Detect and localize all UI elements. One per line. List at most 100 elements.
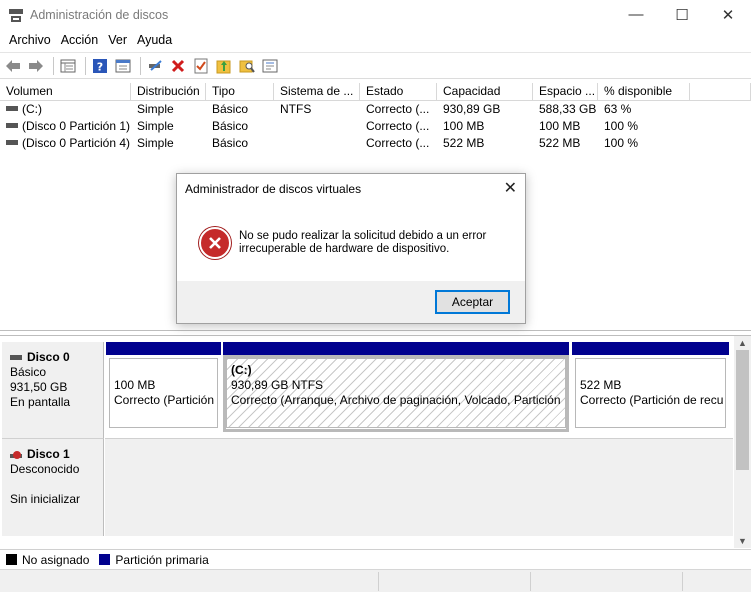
toolbar-separator	[140, 56, 141, 75]
search-folder-icon[interactable]	[237, 56, 257, 76]
partition-box: 100 MB Correcto (Partición	[109, 358, 218, 428]
partition-size: 930,89 GB NTFS	[231, 378, 324, 392]
error-dialog: Administrador de discos virtuales ✕ No s…	[176, 173, 526, 324]
scrollbar-thumb[interactable]	[736, 350, 749, 470]
menu-archivo[interactable]: Archivo	[4, 33, 56, 47]
ok-button[interactable]: Aceptar	[435, 290, 510, 314]
vertical-scrollbar[interactable]: ▲ ▼	[734, 336, 751, 548]
volume-list-header: Volumen Distribución Tipo Sistema de ...…	[0, 83, 751, 101]
partition-box: (C:) 930,89 GB NTFS Correcto (Arranque, …	[226, 358, 566, 428]
toolbar-separator	[53, 56, 54, 75]
disk-1-label[interactable]: Disco 1 Desconocido Sin inicializar	[2, 438, 104, 536]
disk-name: Disco 0	[27, 350, 70, 364]
partition-size: 100 MB	[114, 378, 156, 392]
volume-filesystem: NTFS	[280, 102, 312, 116]
legend-primary-partition: Partición primaria	[115, 552, 209, 567]
maximize-button[interactable]: ☐	[659, 0, 705, 29]
primary-partition-bar	[223, 342, 569, 355]
menu-ver[interactable]: Ver	[103, 33, 132, 47]
volume-icon	[6, 140, 18, 146]
partition-title: (C:)	[231, 363, 252, 377]
folder-up-icon[interactable]	[214, 56, 234, 76]
disk-status: Sin inicializar	[10, 492, 81, 506]
column-header-type[interactable]: Tipo	[206, 83, 274, 100]
volume-type: Básico	[212, 119, 249, 133]
svg-text:?: ?	[97, 60, 103, 73]
column-header-percent-free[interactable]: % disponible	[598, 83, 690, 100]
disk-error-icon	[10, 449, 22, 461]
column-header-empty[interactable]	[690, 83, 751, 100]
volume-capacity: 100 MB	[443, 119, 485, 133]
volume-capacity: 930,89 GB	[443, 102, 501, 116]
menu-ayuda[interactable]: Ayuda	[132, 33, 177, 47]
minimize-button[interactable]: —	[613, 0, 659, 29]
volume-layout: Simple	[137, 119, 174, 133]
table-row[interactable]: (C:) Simple Básico NTFS Correcto (... 93…	[0, 101, 751, 118]
delete-icon[interactable]	[168, 56, 188, 76]
column-header-capacity[interactable]: Capacidad	[437, 83, 533, 100]
volume-status: Correcto (...	[366, 119, 430, 133]
partition-title	[114, 363, 217, 378]
partition-status: Correcto (Partición	[114, 393, 215, 407]
menu-accion[interactable]: Acción	[56, 33, 104, 47]
partition-1[interactable]: 100 MB Correcto (Partición	[106, 342, 221, 432]
partition-box: 522 MB Correcto (Partición de recu	[575, 358, 726, 428]
disk-size: 931,50 GB	[10, 380, 68, 394]
disk-type: Desconocido	[10, 462, 80, 476]
dialog-title: Administrador de discos virtuales	[185, 182, 362, 196]
disk-size	[10, 477, 103, 492]
list-view-icon[interactable]	[58, 56, 78, 76]
toolbar-separator	[85, 56, 86, 75]
primary-partition-bar	[572, 342, 729, 355]
close-button[interactable]: ✕	[705, 0, 751, 29]
help-icon[interactable]: ?	[90, 56, 110, 76]
volume-percent-free: 63 %	[604, 102, 632, 116]
dialog-close-icon[interactable]: ✕	[504, 178, 517, 198]
window-title: Administración de discos	[30, 7, 169, 22]
volume-type: Básico	[212, 136, 249, 150]
disk-1-empty-area	[105, 438, 733, 536]
disk-graphical-view: Disco 0 Básico 931,50 GB En pantalla 100…	[0, 335, 751, 549]
volume-filesystem	[274, 135, 360, 152]
table-row[interactable]: (Disco 0 Partición 1) Simple Básico Corr…	[0, 118, 751, 135]
partition-status: Correcto (Partición de recu	[580, 393, 724, 407]
column-header-volume[interactable]: Volumen	[0, 83, 131, 100]
menu-bar: Archivo Acción Ver Ayuda	[0, 29, 751, 51]
partition-c[interactable]: (C:) 930,89 GB NTFS Correcto (Arranque, …	[223, 342, 569, 432]
error-icon	[199, 227, 231, 259]
volume-filesystem	[274, 118, 360, 135]
partition-4[interactable]: 522 MB Correcto (Partición de recu	[572, 342, 729, 432]
column-header-layout[interactable]: Distribución	[131, 83, 206, 100]
disk-type: Básico	[10, 365, 47, 379]
disk-name: Disco 1	[27, 447, 70, 461]
volume-percent-free: 100 %	[604, 136, 639, 150]
volume-name: (C:)	[22, 102, 42, 116]
volume-status: Correcto (...	[366, 102, 430, 116]
console-icon[interactable]	[260, 56, 280, 76]
back-icon[interactable]	[3, 56, 23, 76]
table-row[interactable]: (Disco 0 Partición 4) Simple Básico Corr…	[0, 135, 751, 152]
forward-icon[interactable]	[26, 56, 46, 76]
status-bar	[0, 569, 751, 592]
column-header-filesystem[interactable]: Sistema de ...	[274, 83, 360, 100]
partition-title	[580, 363, 725, 378]
volume-free-space: 522 MB	[539, 136, 581, 150]
disk-0-label[interactable]: Disco 0 Básico 931,50 GB En pantalla	[2, 342, 104, 438]
volume-status: Correcto (...	[366, 136, 430, 150]
partition-size: 522 MB	[580, 378, 622, 392]
connect-icon[interactable]	[145, 56, 165, 76]
status-divider	[378, 572, 379, 591]
disk-icon	[10, 355, 22, 360]
column-header-status[interactable]: Estado	[360, 83, 437, 100]
volume-layout: Simple	[137, 102, 174, 116]
volume-percent-free: 100 %	[604, 119, 639, 133]
title-bar: Administración de discos — ☐ ✕	[0, 0, 751, 29]
unallocated-swatch	[6, 554, 17, 565]
column-header-free-space[interactable]: Espacio ...	[533, 83, 598, 100]
scroll-down-icon[interactable]: ▼	[734, 534, 751, 548]
check-icon[interactable]	[191, 56, 211, 76]
scroll-up-icon[interactable]: ▲	[734, 336, 751, 350]
properties-icon[interactable]	[113, 56, 133, 76]
volume-free-space: 100 MB	[539, 119, 581, 133]
toolbar: ?	[0, 52, 751, 79]
